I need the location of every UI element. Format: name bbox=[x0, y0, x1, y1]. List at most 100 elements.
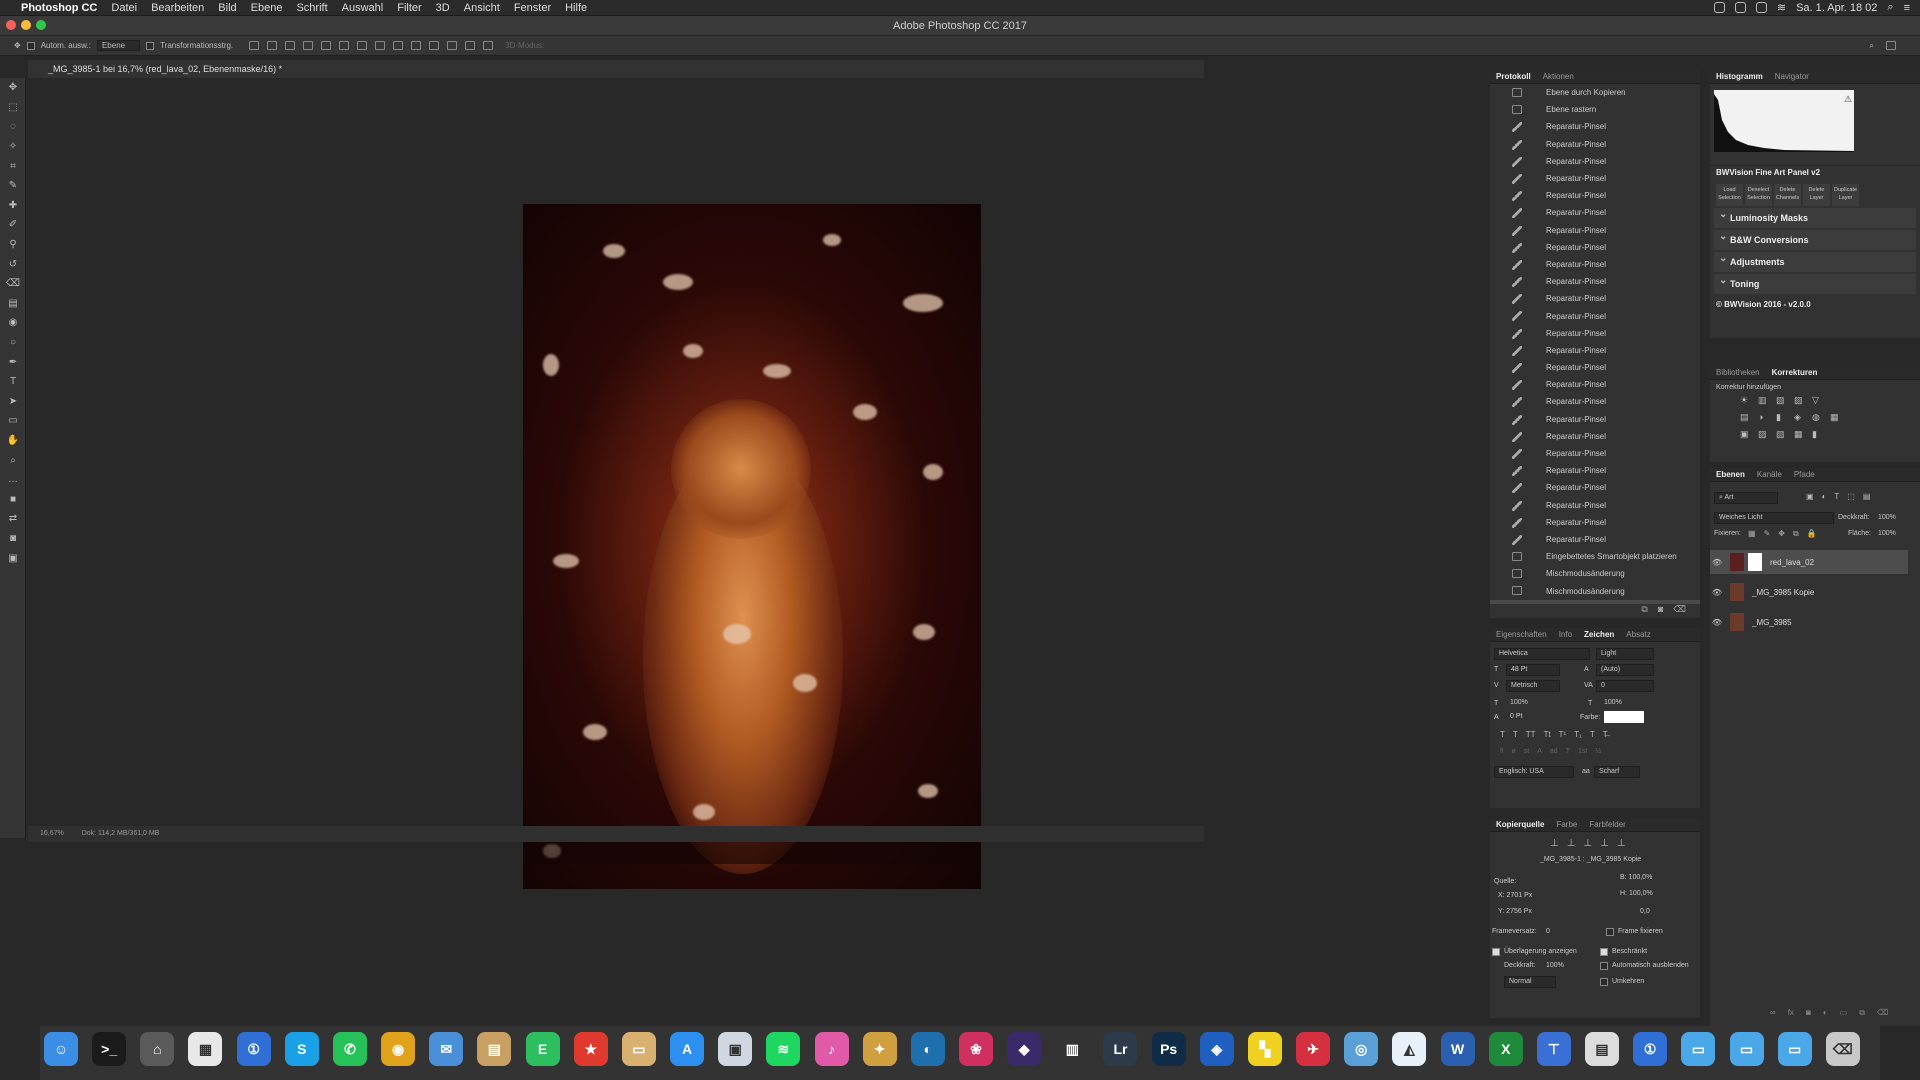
notifications-icon[interactable]: ≡ bbox=[1904, 2, 1910, 14]
leading-field[interactable]: (Auto) bbox=[1596, 664, 1654, 676]
adjustment-icon[interactable]: ▧ bbox=[1776, 429, 1794, 440]
type-style-icon[interactable]: Tt bbox=[1544, 730, 1551, 739]
dock-skype-icon[interactable]: S bbox=[284, 1032, 319, 1066]
type-style-icon[interactable]: T₁ bbox=[1574, 730, 1582, 739]
lock-artboard-icon[interactable]: ⧉ bbox=[1793, 529, 1799, 539]
dock-folder2-icon[interactable]: ▭ bbox=[1681, 1032, 1716, 1066]
menu-item-auswahl[interactable]: Auswahl bbox=[335, 2, 391, 14]
clone-source-icon[interactable]: ⊥ bbox=[1550, 838, 1559, 849]
tab-histogramm[interactable]: Histogramm bbox=[1716, 72, 1763, 81]
adjustment-icon[interactable]: ▦ bbox=[1794, 429, 1812, 440]
baseline-field[interactable]: 0 Pt bbox=[1506, 712, 1548, 724]
history-item[interactable]: Reparatur-Pinsel bbox=[1490, 239, 1700, 256]
tab-korrekturen[interactable]: Korrekturen bbox=[1772, 368, 1818, 377]
lock-position-icon[interactable]: ✥ bbox=[1778, 529, 1785, 539]
align-icon[interactable] bbox=[267, 41, 278, 50]
filter-type-icon[interactable]: T bbox=[1834, 492, 1839, 501]
history-item[interactable]: Reparatur-Pinsel bbox=[1490, 462, 1700, 479]
bwvision-section[interactable]: B&W Conversions bbox=[1714, 227, 1916, 250]
type-icon[interactable]: T bbox=[0, 372, 26, 392]
eyedropper-icon[interactable]: ✎ bbox=[0, 176, 26, 196]
blend-mode-select[interactable]: Weiches Licht bbox=[1714, 512, 1834, 524]
clone-source-icon[interactable]: ⊥ bbox=[1617, 838, 1626, 849]
align-icon[interactable] bbox=[249, 41, 260, 50]
history-item[interactable]: Reparatur-Pinsel bbox=[1490, 479, 1700, 496]
align-icon[interactable] bbox=[447, 41, 458, 50]
blur-icon[interactable]: ◉ bbox=[0, 313, 26, 333]
history-item[interactable]: Reparatur-Pinsel bbox=[1490, 514, 1700, 531]
history-item[interactable]: Reparatur-Pinsel bbox=[1490, 136, 1700, 153]
dock-launchpad-icon[interactable]: ⌂ bbox=[140, 1032, 175, 1066]
history-item[interactable]: Ebene durch Kopieren bbox=[1490, 84, 1700, 101]
dock-evernote-icon[interactable]: E bbox=[525, 1032, 560, 1066]
zoom-readout[interactable]: 16,67% bbox=[40, 830, 64, 837]
history-item[interactable]: Mischmodusänderung bbox=[1490, 565, 1700, 582]
adjustment-icon[interactable]: ▨ bbox=[1758, 429, 1776, 440]
layer-select-dropdown[interactable]: Ebene bbox=[96, 40, 141, 51]
adjustment-icon[interactable]: ◑ bbox=[1758, 412, 1776, 423]
link-icon[interactable]: ∞ bbox=[1770, 1008, 1776, 1018]
lock-pixel-icon[interactable]: ✎ bbox=[1764, 529, 1771, 539]
dock-folder-icon[interactable]: ▭ bbox=[621, 1032, 656, 1066]
dock-maps-icon[interactable]: ◭ bbox=[1392, 1032, 1427, 1066]
type-style-icon[interactable]: T bbox=[1590, 730, 1595, 739]
tab-ebenen[interactable]: Ebenen bbox=[1716, 470, 1745, 479]
history-brush-icon[interactable]: ↺ bbox=[0, 254, 26, 274]
menu-item-ansicht[interactable]: Ansicht bbox=[457, 2, 507, 14]
zoom-icon[interactable]: ⌕ bbox=[0, 450, 26, 470]
dock-lightroom-icon[interactable]: Lr bbox=[1103, 1032, 1138, 1066]
history-item[interactable]: Reparatur-Pinsel bbox=[1490, 411, 1700, 428]
dock-preview-icon[interactable]: ▣ bbox=[718, 1032, 753, 1066]
clone-source-icon[interactable]: ⊥ bbox=[1567, 838, 1576, 849]
fill-value[interactable]: 100% bbox=[1878, 530, 1896, 537]
menu-item-bild[interactable]: Bild bbox=[211, 2, 243, 14]
dock-keynote-icon[interactable]: ⊤ bbox=[1536, 1032, 1571, 1066]
dock-itunes-icon[interactable]: ♪ bbox=[814, 1032, 849, 1066]
eye-icon[interactable]: 👁 bbox=[1710, 588, 1724, 597]
tab-protokoll[interactable]: Protokoll bbox=[1496, 72, 1531, 81]
dock-calendar-icon[interactable]: ▦ bbox=[188, 1032, 223, 1066]
history-item[interactable]: Reparatur-Pinsel bbox=[1490, 359, 1700, 376]
search-icon[interactable]: ⌕ bbox=[1887, 1, 1893, 14]
dock-mail-icon[interactable]: ✉ bbox=[429, 1032, 464, 1066]
dock-notes-icon[interactable]: ▤ bbox=[477, 1032, 512, 1066]
layer-row[interactable]: 👁 _MG_3985 bbox=[1710, 610, 1908, 634]
move-icon[interactable]: ✥ bbox=[0, 78, 26, 98]
healing-icon[interactable]: ✚ bbox=[0, 196, 26, 216]
history-item[interactable]: Reparatur-Pinsel bbox=[1490, 222, 1700, 239]
dock-photoshop-icon[interactable]: Ps bbox=[1151, 1032, 1186, 1066]
dock-safari-icon[interactable]: ◈ bbox=[1199, 1032, 1234, 1066]
clone-source-icon[interactable]: ⊥ bbox=[1600, 838, 1609, 849]
adjustment-icon[interactable]: ◈ bbox=[1794, 412, 1812, 423]
mask-icon[interactable]: ◙ bbox=[1806, 1008, 1811, 1018]
hscale-field[interactable]: 100% bbox=[1600, 698, 1642, 710]
dock-excel-icon[interactable]: X bbox=[1488, 1032, 1523, 1066]
vscale-field[interactable]: 100% bbox=[1506, 698, 1548, 710]
wifi-icon[interactable]: ≋ bbox=[1777, 1, 1786, 14]
menu-app[interactable]: Photoshop CC bbox=[14, 2, 104, 14]
bwvision-section[interactable]: Luminosity Masks bbox=[1714, 205, 1916, 228]
tab-eigenschaften[interactable]: Eigenschaften bbox=[1496, 630, 1547, 639]
history-item[interactable]: Reparatur-Pinsel bbox=[1490, 307, 1700, 324]
tab-aktionen[interactable]: Aktionen bbox=[1543, 72, 1574, 81]
tab-absatz[interactable]: Absatz bbox=[1626, 630, 1650, 639]
quickmask-icon[interactable]: ◙ bbox=[0, 529, 26, 549]
bwvision-button[interactable]: Duplicate Layer bbox=[1832, 184, 1859, 206]
history-item[interactable]: Ebene rastern bbox=[1490, 101, 1700, 118]
clipped-checkbox[interactable] bbox=[1600, 948, 1608, 956]
source-height[interactable]: H: 100,0% bbox=[1620, 890, 1653, 897]
type-style-icon[interactable]: TT bbox=[1526, 730, 1536, 739]
autohide-checkbox[interactable] bbox=[1600, 962, 1608, 970]
menu-item-schrift[interactable]: Schrift bbox=[289, 2, 334, 14]
menu-item-3d[interactable]: 3D bbox=[429, 2, 457, 14]
bwvision-button[interactable]: Load Selection bbox=[1716, 184, 1743, 206]
workspace-icon[interactable] bbox=[1886, 40, 1896, 50]
font-style-select[interactable]: Light bbox=[1596, 648, 1654, 660]
frame-fix-checkbox[interactable] bbox=[1606, 928, 1614, 936]
menu-item-hilfe[interactable]: Hilfe bbox=[558, 2, 594, 14]
tab-kopierquelle[interactable]: Kopierquelle bbox=[1496, 820, 1544, 829]
history-item[interactable]: Reparatur-Pinsel bbox=[1490, 325, 1700, 342]
tracking-field[interactable]: 0 bbox=[1596, 680, 1654, 692]
dock-1password2-icon[interactable]: ① bbox=[1633, 1032, 1668, 1066]
adjustment-icon[interactable]: ▽ bbox=[1812, 395, 1830, 406]
